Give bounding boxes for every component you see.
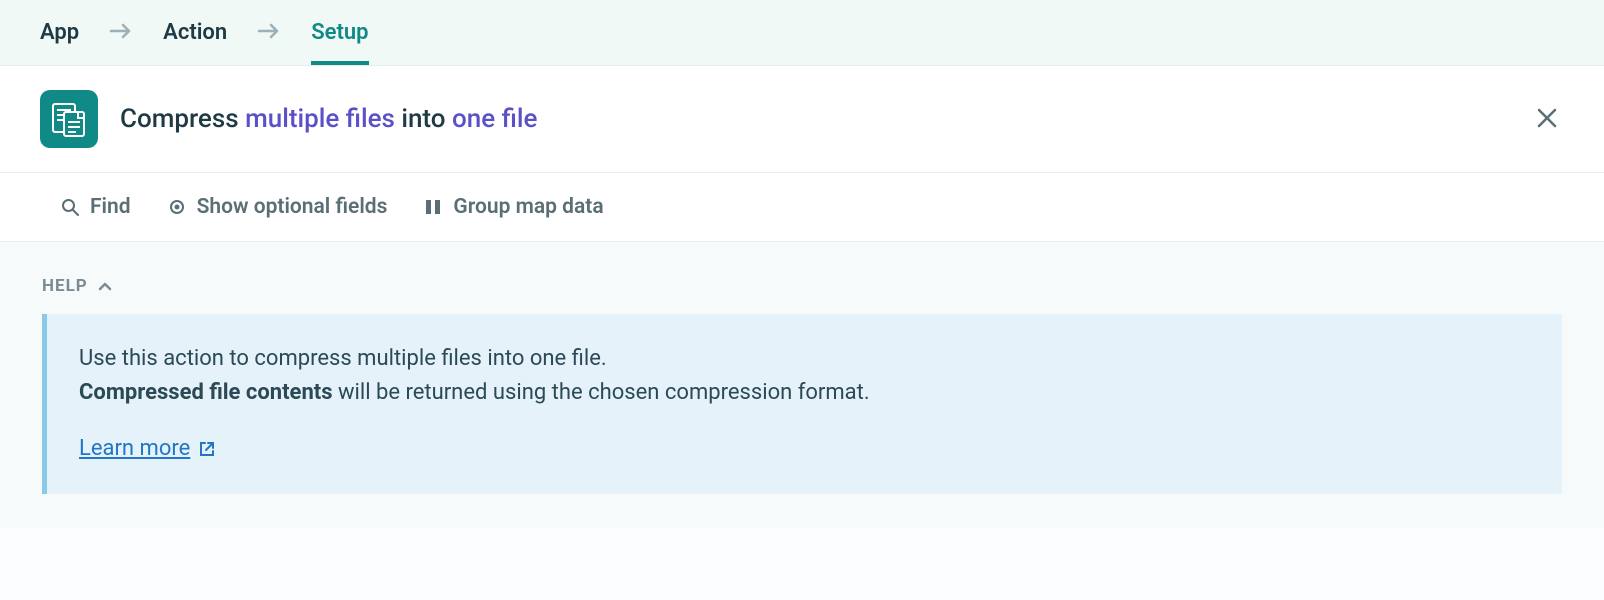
eye-icon xyxy=(167,197,187,217)
learn-more-label: Learn more xyxy=(79,432,190,466)
group-icon xyxy=(423,197,443,217)
find-button[interactable]: Find xyxy=(60,195,131,219)
group-map-label: Group map data xyxy=(453,195,603,219)
tab-action-label: Action xyxy=(163,20,227,45)
chevron-up-icon xyxy=(98,281,112,291)
tab-app-label: App xyxy=(40,20,79,45)
help-line-2-rest: will be returned using the chosen compre… xyxy=(333,380,870,405)
tab-action[interactable]: Action xyxy=(163,0,227,65)
search-icon xyxy=(60,197,80,217)
close-button[interactable] xyxy=(1530,97,1564,142)
step-tabs: App Action Setup xyxy=(0,0,1604,66)
title-text-mid: into xyxy=(395,104,452,134)
help-section-toggle[interactable]: HELP xyxy=(42,276,1562,296)
title-variable-target[interactable]: one file xyxy=(452,104,537,134)
show-optional-fields-button[interactable]: Show optional fields xyxy=(167,195,388,219)
chevron-right-icon xyxy=(257,20,281,45)
main-content: HELP Use this action to compress multipl… xyxy=(0,242,1604,528)
external-link-icon xyxy=(198,440,216,458)
tab-app[interactable]: App xyxy=(40,0,79,65)
help-line-2: Compressed file contents will be returne… xyxy=(79,376,1530,410)
learn-more-link[interactable]: Learn more xyxy=(79,432,216,466)
help-line-1: Use this action to compress multiple fil… xyxy=(79,342,1530,376)
title-text-prefix: Compress xyxy=(120,104,245,134)
find-label: Find xyxy=(90,195,131,219)
tab-setup-label: Setup xyxy=(311,20,368,45)
help-heading: HELP xyxy=(42,276,88,296)
chevron-right-icon xyxy=(109,20,133,45)
show-optional-label: Show optional fields xyxy=(197,195,388,219)
files-app-icon xyxy=(40,90,98,148)
action-header: Compress multiple files into one file xyxy=(0,66,1604,173)
tab-setup[interactable]: Setup xyxy=(311,0,368,65)
help-panel: Use this action to compress multiple fil… xyxy=(42,314,1562,494)
help-line-2-bold: Compressed file contents xyxy=(79,380,333,405)
action-title: Compress multiple files into one file xyxy=(120,104,1530,134)
close-icon xyxy=(1536,107,1558,129)
title-variable-source[interactable]: multiple files xyxy=(245,104,395,134)
setup-toolbar: Find Show optional fields Group map data xyxy=(0,173,1604,242)
group-map-data-button[interactable]: Group map data xyxy=(423,195,603,219)
